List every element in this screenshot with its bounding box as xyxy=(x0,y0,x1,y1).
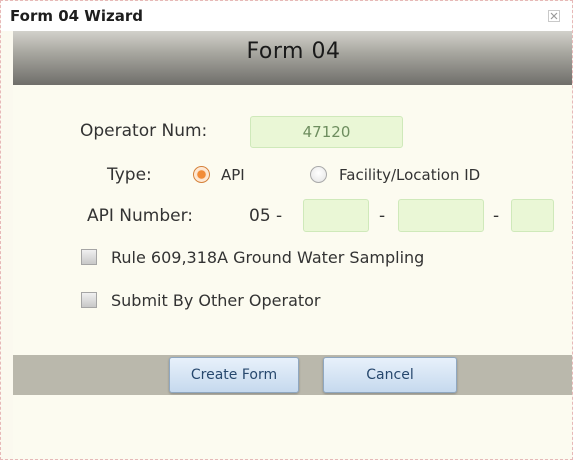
api-dash-2: - xyxy=(493,206,500,226)
api-part3-input[interactable] xyxy=(511,199,554,232)
dialog-footer xyxy=(13,395,572,459)
api-part2-input[interactable] xyxy=(398,199,484,232)
submit-other-operator-label[interactable]: Submit By Other Operator xyxy=(111,291,321,310)
type-facility-radio[interactable] xyxy=(310,166,327,183)
type-api-label[interactable]: API xyxy=(221,166,245,184)
rule-609-checkbox[interactable] xyxy=(81,249,97,265)
form-title: Form 04 xyxy=(246,39,341,64)
type-api-radio[interactable] xyxy=(193,166,210,183)
operator-num-input[interactable] xyxy=(250,116,403,148)
form-header: Form 04 xyxy=(13,31,572,85)
api-dash-1: - xyxy=(379,206,386,226)
form-04-wizard-dialog: Form 04 Wizard Form 04 Operator Num: Typ… xyxy=(0,0,573,460)
api-number-label: API Number: xyxy=(87,206,194,226)
close-icon[interactable] xyxy=(548,10,560,22)
dialog-titlebar[interactable]: Form 04 Wizard xyxy=(1,1,572,31)
operator-num-label: Operator Num: xyxy=(80,121,208,141)
type-facility-label[interactable]: Facility/Location ID xyxy=(339,166,480,184)
type-label: Type: xyxy=(107,165,152,185)
dialog-title: Form 04 Wizard xyxy=(10,7,143,25)
rule-609-label[interactable]: Rule 609,318A Ground Water Sampling xyxy=(111,248,424,267)
submit-other-operator-checkbox[interactable] xyxy=(81,292,97,308)
api-part1-input[interactable] xyxy=(303,199,369,232)
api-prefix: 05 - xyxy=(249,206,283,226)
cancel-button[interactable]: Cancel xyxy=(323,357,457,393)
create-form-button[interactable]: Create Form xyxy=(169,357,299,393)
